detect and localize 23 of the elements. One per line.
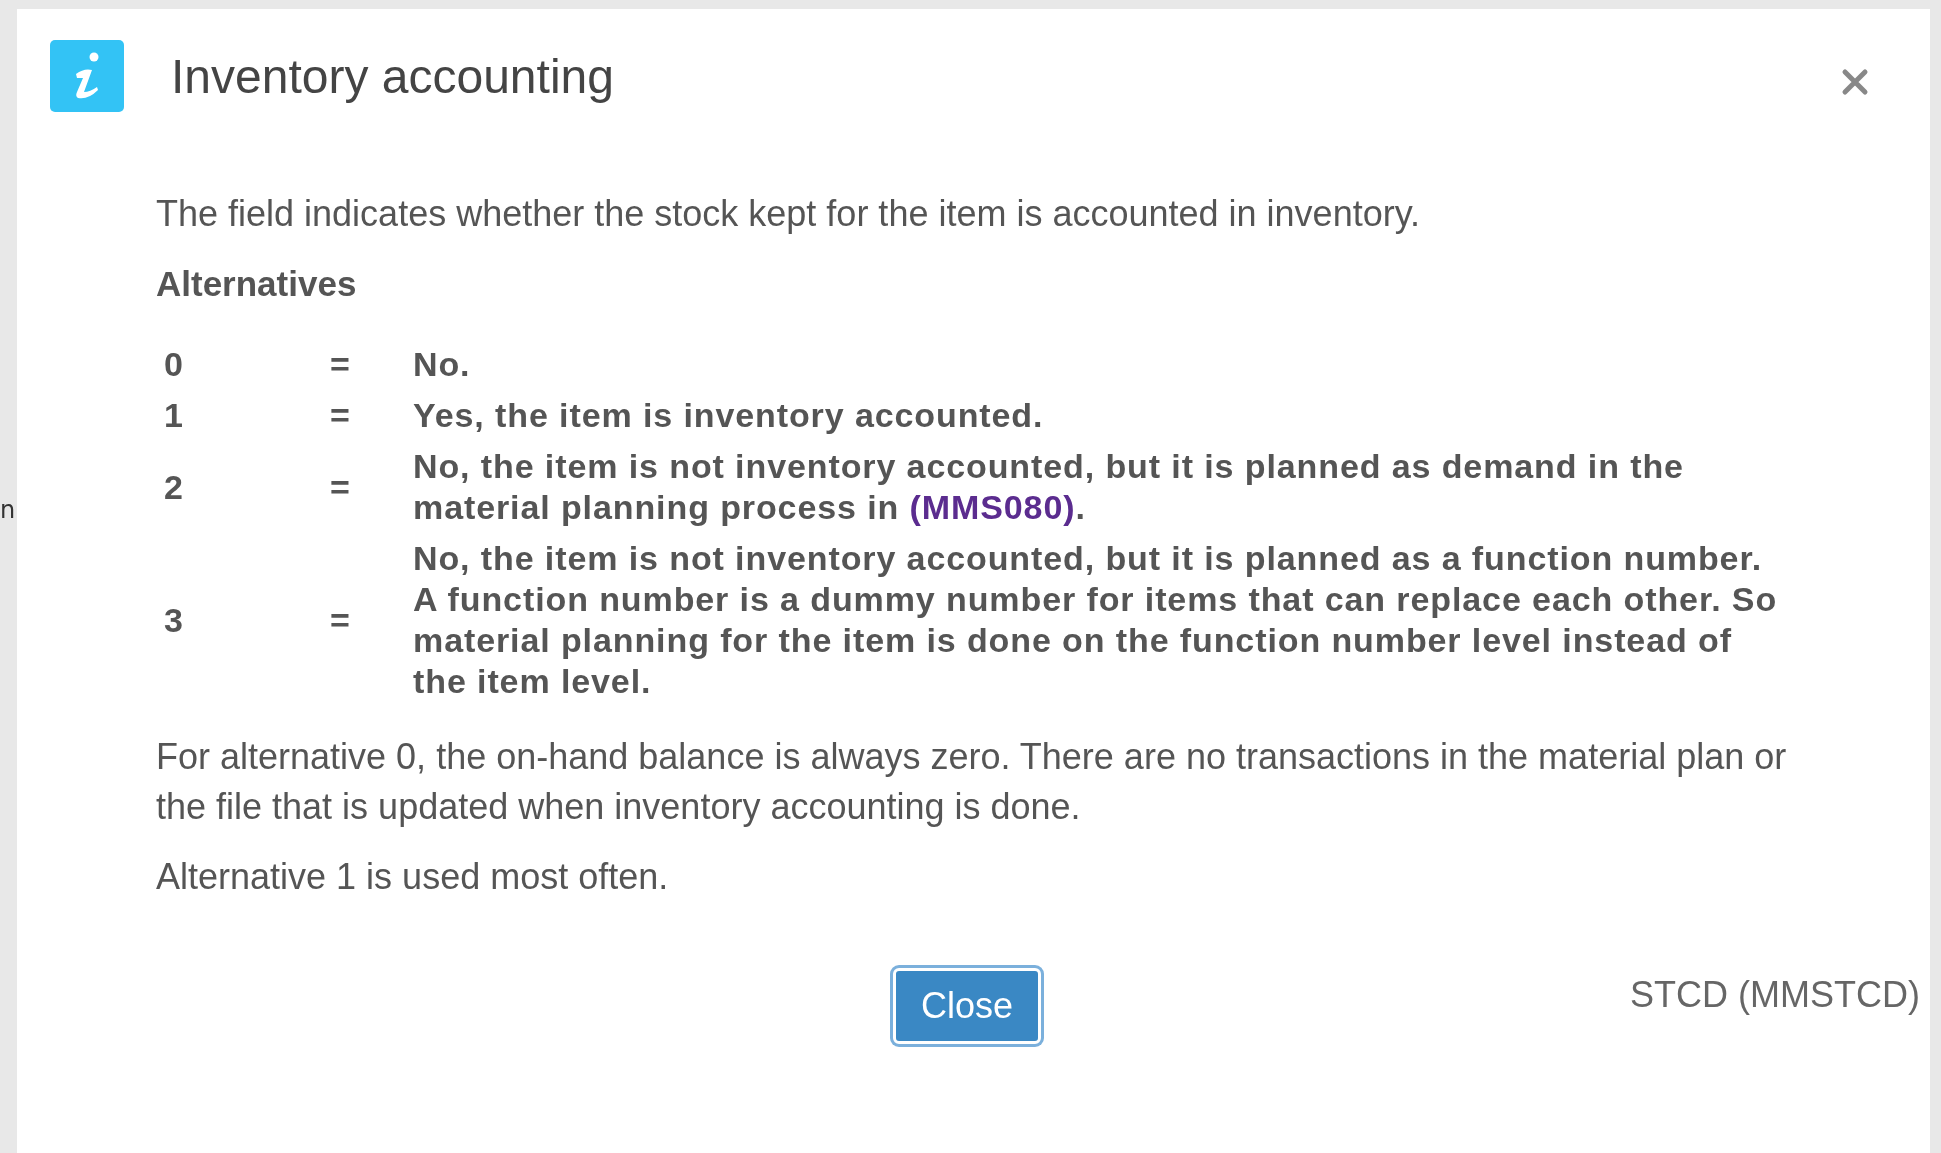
equals-sign: = <box>329 344 352 385</box>
close-icon[interactable] <box>1840 67 1870 97</box>
paragraph: For alternative 0, the on-hand balance is always zero. There are no transactions in the material plan or the file that is updated when inventory accounting is done. <box>156 735 1788 829</box>
alternative-value: 0 <box>163 344 185 385</box>
alternative-description: No, the item is not inventory accounted, but it is planned as demand in the material planning process in (MMS080). <box>413 446 1685 528</box>
alternative-value: 3 <box>163 599 185 641</box>
equals-sign: = <box>329 395 352 436</box>
equals-sign: = <box>329 599 352 641</box>
alternative-description: Yes, the item is inventory accounted. <box>413 395 1045 436</box>
paragraph: Alternative 1 is used most often. <box>156 855 670 899</box>
close-button[interactable]: Close <box>893 968 1041 1044</box>
intro-text: The field indicates whether the stock kept for the item is accounted in inventory. <box>156 192 1421 236</box>
alternative-description: No, the item is not inventory accounted, but it is planned as a function number. A function number is a dummy number for items that can replace each other. So material planning for the item is done on the function number level instead of the item level. <box>413 538 1778 702</box>
alternative-value: 1 <box>163 395 185 436</box>
field-code: STCD (MMSTCD) <box>1630 974 1920 1016</box>
info-icon <box>50 40 124 112</box>
dialog-title: Inventory accounting <box>171 48 614 104</box>
program-link[interactable]: (MMS080) <box>909 488 1076 526</box>
alternative-description: No. <box>413 344 472 385</box>
alternative-value: 2 <box>163 466 185 508</box>
alternatives-heading: Alternatives <box>156 263 358 305</box>
background-text: n <box>0 498 16 522</box>
equals-sign: = <box>329 466 352 508</box>
